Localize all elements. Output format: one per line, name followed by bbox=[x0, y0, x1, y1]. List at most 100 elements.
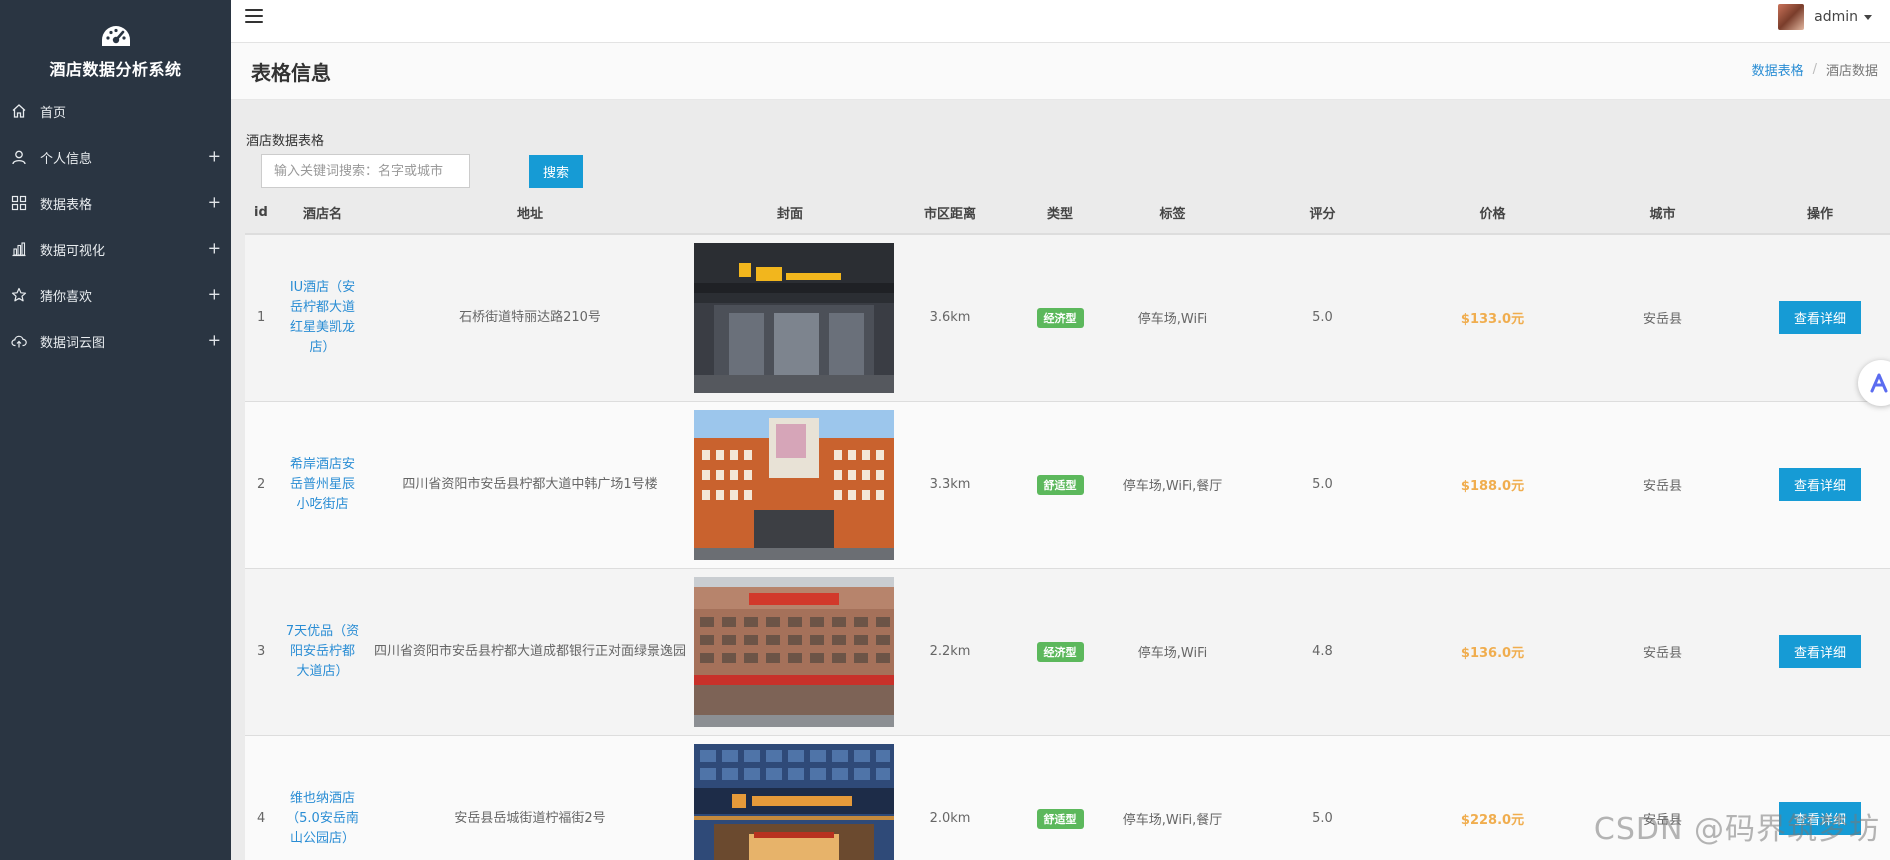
price-text: $188.0元 bbox=[1460, 479, 1525, 494]
search-input[interactable] bbox=[261, 154, 470, 188]
watermark: CSDN @码界筑梦坊 bbox=[1593, 812, 1880, 847]
cell-city: 安岳县 bbox=[1575, 567, 1750, 735]
cell-distance: 2.2km bbox=[890, 567, 1010, 735]
cell-price: $133.0元 bbox=[1410, 233, 1575, 401]
cell-action: 查看详细 bbox=[1750, 567, 1890, 735]
breadcrumb-link-data-table[interactable]: 数据表格 bbox=[1752, 60, 1804, 79]
cell-cover bbox=[690, 734, 894, 860]
type-badge: 经济型 bbox=[1036, 641, 1084, 662]
cell-name: 维也纳酒店（5.0安岳南山公园店） bbox=[275, 734, 370, 860]
hotel-cover-image bbox=[694, 242, 894, 393]
sidebar-item-profile[interactable]: 个人信息 + bbox=[0, 134, 231, 180]
cell-tags: 停车场,WiFi bbox=[1110, 567, 1235, 735]
cell-cover bbox=[690, 567, 894, 735]
cell-type: 经济型 bbox=[1010, 233, 1110, 401]
assistant-icon bbox=[1870, 373, 1888, 393]
sidebar-item-visualization[interactable]: 数据可视化 + bbox=[0, 226, 231, 272]
username: admin bbox=[1814, 9, 1858, 25]
star-icon bbox=[10, 286, 28, 304]
cell-name: IU酒店（安岳柠都大道红星美凯龙店） bbox=[275, 233, 370, 401]
table-row: 1 IU酒店（安岳柠都大道红星美凯龙店） 石桥街道特丽达路210号 3.6km … bbox=[245, 233, 1890, 401]
sidebar-item-recommend[interactable]: 猜你喜欢 + bbox=[0, 272, 231, 318]
main-content: 酒店数据表格 搜索 id 酒店名 地址 封面 市区距离 类型 标签 评分 价格 … bbox=[245, 100, 1890, 860]
table-row: 3 7天优品（资阳安岳柠都大道店） 四川省资阳市安岳县柠都大道成都银行正对面绿景… bbox=[245, 567, 1890, 735]
hotel-cover-image bbox=[694, 743, 894, 860]
cell-city: 安岳县 bbox=[1575, 233, 1750, 401]
hotel-name-link[interactable]: 7天优品（资阳安岳柠都大道店） bbox=[285, 622, 361, 682]
type-badge: 舒适型 bbox=[1036, 808, 1084, 829]
cell-cover bbox=[690, 400, 894, 568]
column-header-name: 酒店名 bbox=[275, 192, 370, 235]
column-header-id: id bbox=[245, 192, 275, 235]
cell-rating: 5.0 bbox=[1235, 233, 1410, 401]
breadcrumb-separator: / bbox=[1812, 62, 1817, 77]
cell-id: 2 bbox=[245, 400, 275, 568]
cell-id: 1 bbox=[245, 233, 275, 401]
sidebar-item-wordcloud[interactable]: 数据词云图 + bbox=[0, 318, 231, 364]
caret-down-icon bbox=[1864, 14, 1872, 20]
price-text: $228.0元 bbox=[1460, 813, 1525, 829]
view-detail-button[interactable]: 查看详细 bbox=[1779, 301, 1861, 335]
cell-price: $228.0元 bbox=[1410, 734, 1575, 860]
column-header-rating: 评分 bbox=[1235, 192, 1410, 235]
breadcrumb: 数据表格 / 酒店数据 bbox=[1752, 60, 1878, 79]
cell-name: 7天优品（资阳安岳柠都大道店） bbox=[275, 567, 370, 735]
hotel-name-link[interactable]: 希岸酒店安岳普州星辰小吃街店 bbox=[285, 455, 361, 515]
cell-city: 安岳县 bbox=[1575, 400, 1750, 568]
expand-plus-icon[interactable]: + bbox=[208, 285, 221, 304]
column-header-address: 地址 bbox=[370, 192, 690, 235]
cell-address: 四川省资阳市安岳县柠都大道中韩广场1号楼 bbox=[370, 400, 690, 568]
section-label: 酒店数据表格 bbox=[246, 134, 325, 149]
sidebar-item-data-table[interactable]: 数据表格 + bbox=[0, 180, 231, 226]
sidebar-item-home[interactable]: 首页 bbox=[0, 88, 231, 134]
hotel-name-link[interactable]: 维也纳酒店（5.0安岳南山公园店） bbox=[285, 789, 361, 849]
view-detail-button[interactable]: 查看详细 bbox=[1779, 468, 1861, 501]
avatar bbox=[1778, 4, 1805, 30]
cell-cover bbox=[690, 233, 894, 401]
cell-type: 舒适型 bbox=[1010, 400, 1110, 568]
cell-id: 4 bbox=[245, 734, 275, 860]
menu-toggle-icon[interactable] bbox=[245, 9, 263, 25]
topbar: admin bbox=[231, 0, 1890, 43]
cell-rating: 4.8 bbox=[1235, 567, 1410, 735]
breadcrumb-current: 酒店数据 bbox=[1825, 64, 1878, 79]
brand: 酒店数据分析系统 bbox=[0, 0, 231, 88]
hotel-name-link[interactable]: IU酒店（安岳柠都大道红星美凯龙店） bbox=[285, 278, 361, 358]
search-button[interactable]: 搜索 bbox=[529, 155, 583, 188]
page-header: 表格信息 数据表格 / 酒店数据 bbox=[231, 43, 1890, 100]
cell-rating: 5.0 bbox=[1235, 734, 1410, 860]
expand-plus-icon[interactable]: + bbox=[208, 239, 221, 258]
hotel-cover-image bbox=[694, 576, 894, 727]
expand-plus-icon[interactable]: + bbox=[208, 331, 221, 350]
cell-tags: 停车场,WiFi,餐厅 bbox=[1110, 400, 1235, 568]
cell-id: 3 bbox=[245, 567, 275, 735]
cell-tags: 停车场,WiFi,餐厅 bbox=[1110, 734, 1235, 860]
view-detail-button[interactable]: 查看详细 bbox=[1779, 635, 1861, 668]
hotel-cover-image bbox=[694, 409, 894, 560]
sidebar-item-label: 数据表格 bbox=[40, 197, 93, 213]
home-icon bbox=[10, 102, 28, 120]
cell-rating: 5.0 bbox=[1235, 400, 1410, 568]
user-menu[interactable]: admin bbox=[1778, 4, 1872, 30]
price-text: $133.0元 bbox=[1460, 312, 1525, 328]
cell-type: 经济型 bbox=[1010, 567, 1110, 735]
user-icon bbox=[10, 148, 28, 166]
column-header-action: 操作 bbox=[1750, 192, 1890, 235]
grid-icon bbox=[10, 194, 28, 212]
cell-type: 舒适型 bbox=[1010, 734, 1110, 860]
table-body: 1 IU酒店（安岳柠都大道红星美凯龙店） 石桥街道特丽达路210号 3.6km … bbox=[245, 233, 1890, 860]
column-header-cover: 封面 bbox=[690, 192, 890, 235]
cell-price: $188.0元 bbox=[1410, 400, 1575, 568]
cell-price: $136.0元 bbox=[1410, 567, 1575, 735]
table-row: 2 希岸酒店安岳普州星辰小吃街店 四川省资阳市安岳县柠都大道中韩广场1号楼 3.… bbox=[245, 400, 1890, 568]
expand-plus-icon[interactable]: + bbox=[208, 147, 221, 166]
price-text: $136.0元 bbox=[1460, 646, 1525, 661]
sidebar: 酒店数据分析系统 首页 个人信息 + 数据表格 + 数据可视化 + 猜你喜欢 +… bbox=[0, 0, 231, 860]
expand-plus-icon[interactable]: + bbox=[208, 193, 221, 212]
column-header-type: 类型 bbox=[1010, 192, 1110, 235]
cell-name: 希岸酒店安岳普州星辰小吃街店 bbox=[275, 400, 370, 568]
column-header-distance: 市区距离 bbox=[890, 192, 1010, 235]
sidebar-item-label: 数据可视化 bbox=[40, 243, 106, 259]
column-header-price: 价格 bbox=[1410, 192, 1575, 235]
sidebar-item-label: 猜你喜欢 bbox=[40, 289, 93, 305]
